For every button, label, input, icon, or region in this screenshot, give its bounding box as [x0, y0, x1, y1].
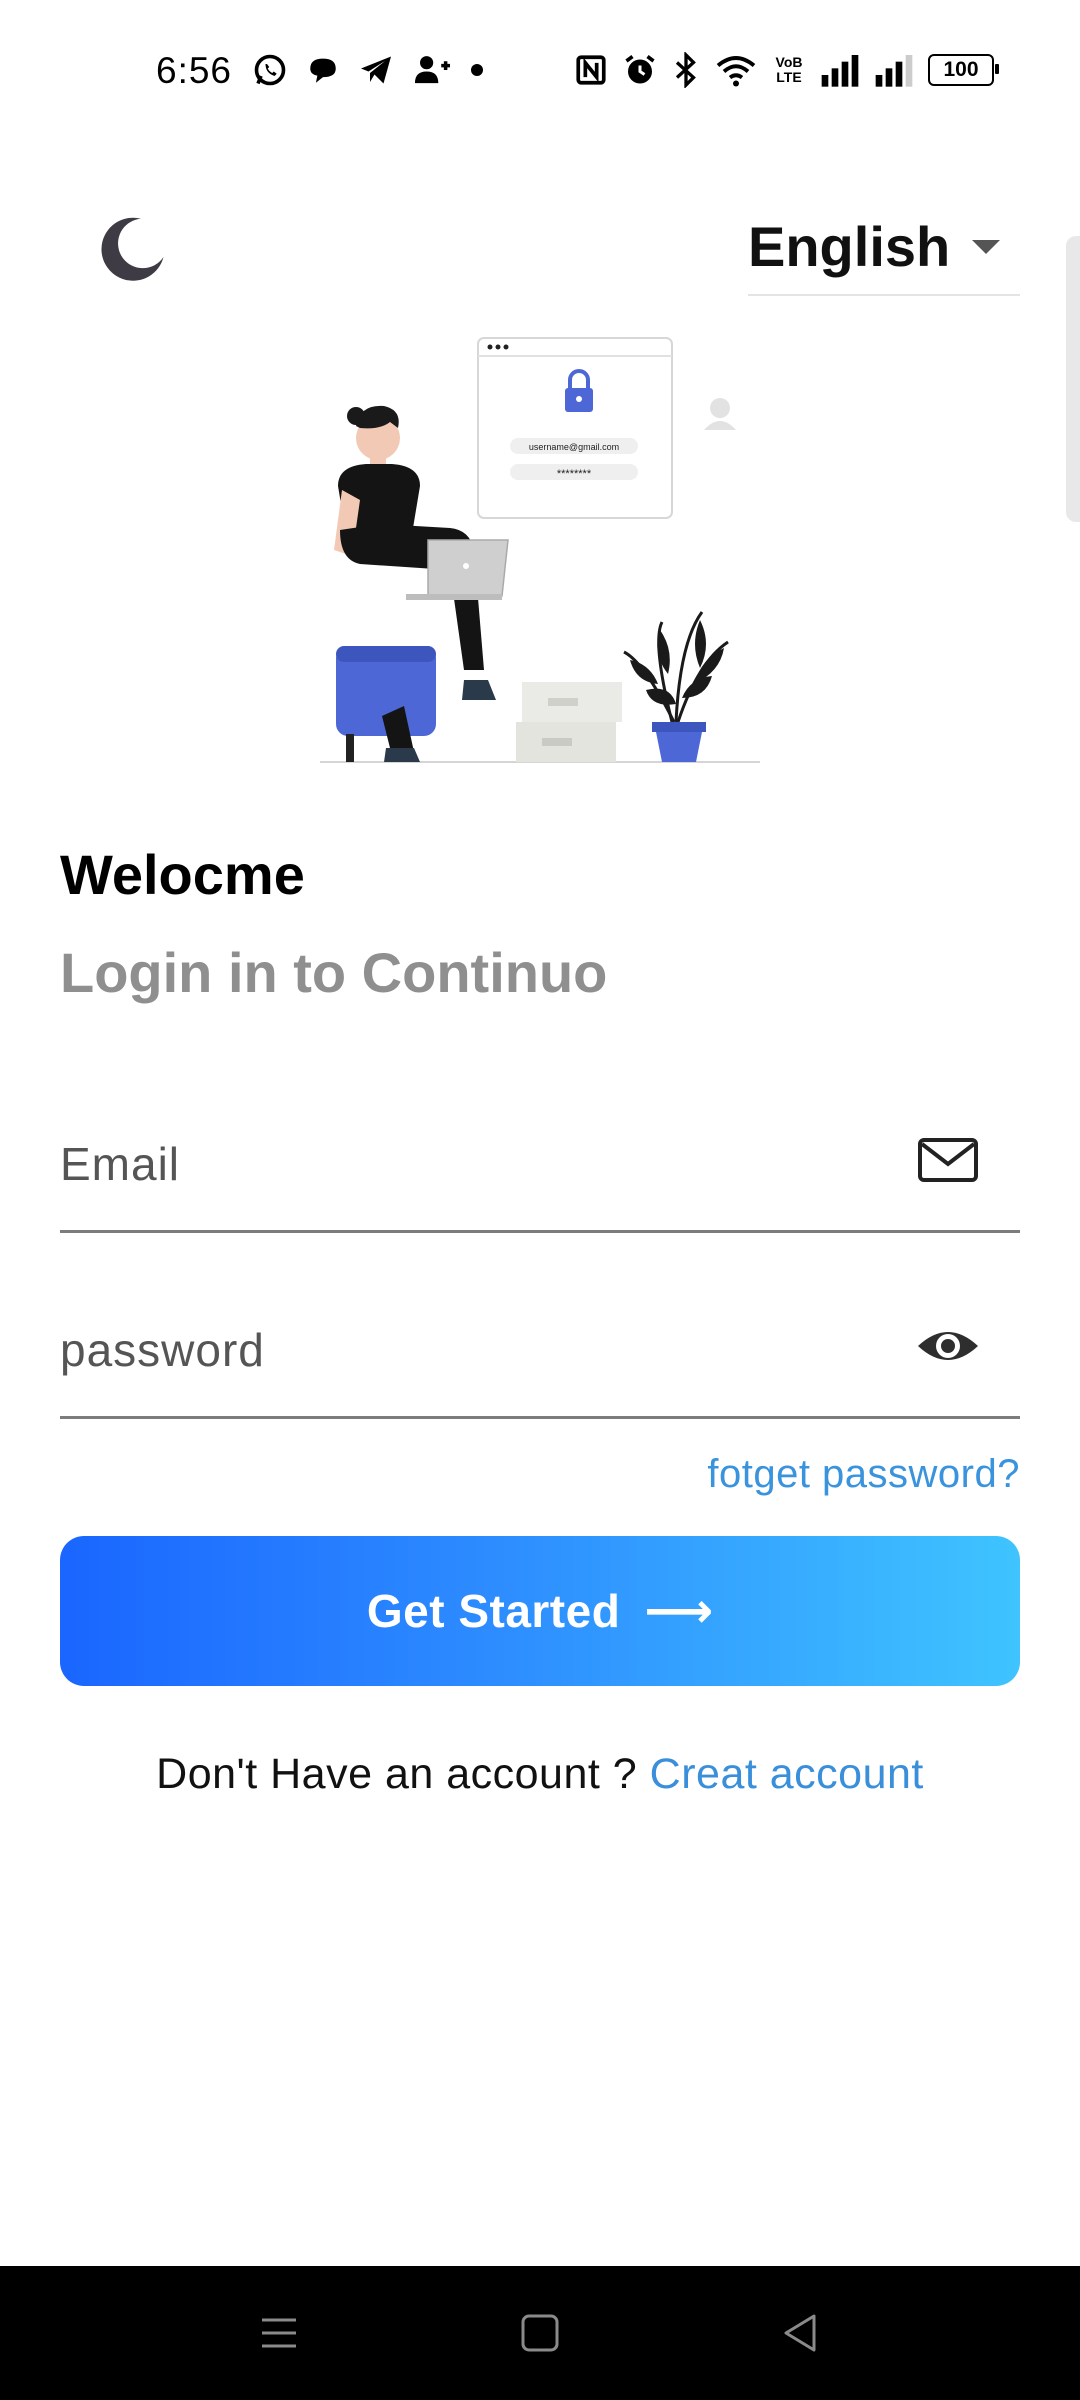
get-started-button[interactable]: Get Started ⟶ — [60, 1536, 1020, 1686]
create-account-link[interactable]: Creat account — [650, 1750, 924, 1798]
login-subtitle: Login in to Continuo — [60, 941, 608, 1004]
scrollbar[interactable] — [1066, 236, 1080, 522]
email-field[interactable] — [60, 1110, 1020, 1233]
whatsapp-icon — [254, 54, 286, 86]
battery-indicator: 100 — [928, 54, 999, 86]
dot-icon — [471, 64, 483, 76]
chat-icon — [310, 58, 336, 83]
signal-icon — [821, 55, 859, 87]
forgot-password-link[interactable]: fotget password? — [707, 1452, 1020, 1497]
password-input[interactable] — [60, 1310, 880, 1390]
moon-icon[interactable] — [96, 212, 168, 284]
wifi-icon — [716, 56, 756, 87]
back-icon[interactable] — [774, 2306, 828, 2360]
status-time: 6:56 — [156, 50, 233, 91]
login-illustration: username@gmail.com ******** — [320, 337, 760, 763]
menu-icon[interactable] — [252, 2306, 306, 2360]
bluetooth-icon — [675, 52, 696, 88]
chevron-down-icon — [972, 240, 1000, 254]
home-icon[interactable] — [513, 2306, 567, 2360]
signup-prompt: Don't Have an account ? — [156, 1750, 650, 1798]
signal-icon — [875, 55, 913, 87]
welcome-heading: Welocme — [60, 843, 305, 906]
system-icons: VoB LTE 100 — [574, 52, 999, 88]
card-password-text: ******** — [557, 468, 592, 480]
password-field[interactable] — [60, 1296, 1020, 1419]
mail-icon — [918, 1138, 978, 1182]
person-add-icon — [414, 56, 450, 84]
volte-icon: VoB LTE — [775, 54, 803, 85]
email-input[interactable] — [60, 1124, 880, 1204]
eye-icon[interactable] — [916, 1314, 980, 1378]
arrow-right-icon: ⟶ — [644, 1585, 714, 1638]
card-email-text: username@gmail.com — [529, 442, 619, 452]
navigation-bar — [0, 2266, 1080, 2400]
nfc-icon — [576, 55, 606, 85]
signup-row: Don't Have an account ? Creat account — [0, 1750, 1080, 1799]
telegram-icon — [361, 56, 391, 84]
alarm-icon — [625, 55, 655, 84]
language-dropdown[interactable]: English — [748, 208, 1020, 296]
get-started-label: Get Started — [366, 1585, 621, 1637]
status-bar: 6:56 VoB LTE 100 — [0, 0, 1080, 140]
notification-icons — [252, 52, 486, 88]
language-label: English — [748, 215, 951, 278]
